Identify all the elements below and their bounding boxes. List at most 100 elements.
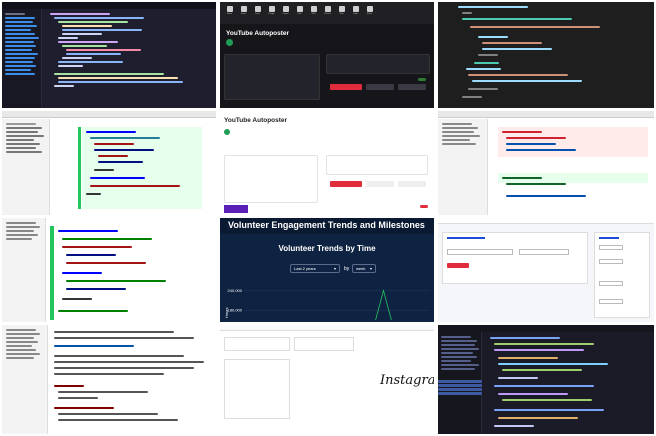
ribbon-button[interactable]: Draw — [252, 6, 263, 19]
file-item[interactable] — [5, 21, 33, 23]
file-item[interactable] — [441, 340, 477, 342]
visibility-toggle[interactable] — [418, 78, 426, 81]
ribbon-button[interactable]: Home — [224, 6, 235, 19]
ribbon-toolbar[interactable]: Home Insert Draw Design Layout Refs Mail… — [220, 2, 434, 24]
file-item[interactable] — [5, 69, 31, 71]
file-item[interactable] — [5, 13, 25, 15]
ribbon-button[interactable]: Layout — [280, 6, 291, 19]
file-item[interactable] — [6, 226, 40, 228]
file-item[interactable] — [6, 123, 36, 125]
schedule-button[interactable] — [366, 84, 394, 90]
file-item[interactable] — [6, 329, 36, 331]
file-item[interactable] — [5, 65, 36, 67]
code-area[interactable] — [46, 11, 212, 104]
editor-tab-bar[interactable] — [2, 2, 216, 9]
file-item[interactable] — [6, 143, 40, 145]
dropdown[interactable] — [599, 259, 623, 264]
draft-button[interactable] — [398, 84, 426, 90]
file-explorer[interactable] — [2, 325, 48, 434]
dropdown[interactable] — [599, 245, 623, 250]
file-item[interactable] — [6, 127, 42, 129]
file-item[interactable] — [6, 135, 44, 137]
file-item[interactable] — [441, 368, 475, 370]
code-area[interactable] — [486, 335, 650, 430]
ribbon-button[interactable]: Refs — [294, 6, 305, 19]
ribbon-button[interactable]: View — [336, 6, 347, 19]
file-item[interactable] — [441, 364, 479, 366]
file-item-selected[interactable] — [438, 384, 482, 387]
file-item[interactable] — [6, 333, 40, 335]
file-item[interactable] — [5, 45, 36, 47]
file-item[interactable] — [442, 131, 474, 133]
file-item[interactable] — [442, 143, 476, 145]
interval-select[interactable]: week ▾ — [352, 264, 376, 273]
file-item[interactable] — [441, 348, 479, 350]
dropdown[interactable] — [599, 281, 623, 286]
file-item[interactable] — [5, 53, 38, 55]
visibility-toggle[interactable] — [420, 205, 428, 208]
file-item[interactable] — [5, 41, 34, 43]
file-item[interactable] — [6, 337, 34, 339]
ribbon-button[interactable]: Review — [322, 6, 333, 19]
file-item[interactable] — [6, 341, 38, 343]
ribbon-button[interactable]: Help — [350, 6, 361, 19]
file-explorer[interactable] — [438, 332, 482, 434]
code-area[interactable] — [58, 228, 212, 318]
file-item[interactable] — [6, 230, 34, 232]
file-item[interactable] — [6, 139, 34, 141]
file-explorer[interactable] — [438, 119, 488, 215]
file-item-selected[interactable] — [438, 388, 482, 391]
file-item[interactable] — [6, 234, 38, 236]
file-item[interactable] — [442, 135, 480, 137]
draft-button[interactable] — [398, 181, 426, 187]
file-item[interactable] — [5, 33, 35, 35]
file-item[interactable] — [442, 127, 478, 129]
ribbon-button[interactable]: Design — [266, 6, 277, 19]
file-item[interactable] — [5, 61, 33, 63]
file-item[interactable] — [441, 356, 477, 358]
file-item[interactable] — [5, 49, 32, 51]
file-explorer[interactable] — [2, 218, 46, 322]
file-item[interactable] — [6, 357, 34, 359]
publish-button[interactable] — [330, 84, 362, 90]
file-item[interactable] — [441, 336, 471, 338]
publish-button[interactable] — [330, 181, 362, 187]
text-field[interactable] — [447, 249, 513, 255]
code-area[interactable] — [54, 329, 212, 430]
file-item-selected[interactable] — [438, 392, 482, 395]
file-item[interactable] — [5, 57, 35, 59]
file-item[interactable] — [6, 151, 42, 153]
code-area[interactable] — [438, 2, 654, 108]
file-item[interactable] — [441, 360, 471, 362]
code-area[interactable] — [502, 129, 648, 209]
file-item[interactable] — [6, 222, 36, 224]
ribbon-button[interactable]: Insert — [238, 6, 249, 19]
file-item[interactable] — [6, 147, 36, 149]
file-item[interactable] — [6, 238, 32, 240]
editor-tab-bar[interactable] — [2, 111, 216, 118]
select-field[interactable] — [519, 249, 569, 255]
file-item[interactable] — [6, 349, 36, 351]
file-explorer[interactable] — [2, 9, 42, 108]
editor-tab-bar[interactable] — [438, 325, 654, 332]
file-item[interactable] — [6, 345, 32, 347]
caption-input[interactable] — [294, 337, 354, 351]
file-item-selected[interactable] — [438, 380, 482, 383]
file-item[interactable] — [5, 73, 35, 75]
file-item[interactable] — [5, 37, 39, 39]
dropdown[interactable] — [599, 299, 623, 304]
editor-tab-bar[interactable] — [438, 111, 654, 118]
file-item[interactable] — [441, 344, 475, 346]
primary-button[interactable] — [447, 263, 469, 268]
file-explorer[interactable] — [2, 119, 50, 215]
range-select[interactable]: Last 2 years ▾ — [290, 264, 340, 273]
file-item[interactable] — [441, 352, 473, 354]
file-item[interactable] — [442, 139, 470, 141]
ribbon-button[interactable]: Mail — [308, 6, 319, 19]
file-item[interactable] — [5, 17, 35, 19]
file-item[interactable] — [6, 353, 40, 355]
file-item[interactable] — [442, 123, 472, 125]
ribbon-button[interactable]: Share — [364, 6, 375, 19]
file-item[interactable] — [5, 29, 31, 31]
file-item[interactable] — [6, 131, 38, 133]
